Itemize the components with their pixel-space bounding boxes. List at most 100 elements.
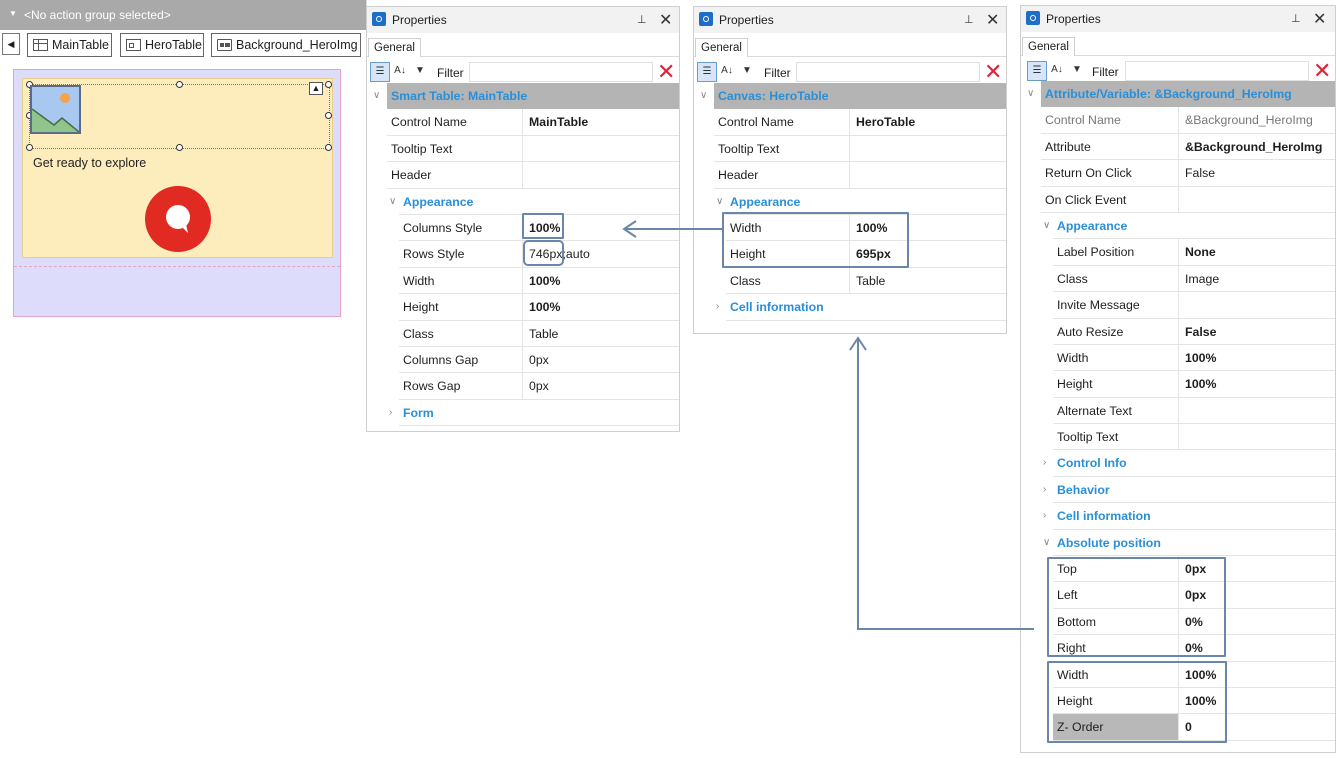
property-row[interactable]: Alternate Text (1053, 397, 1335, 425)
property-row[interactable]: Width 100% (399, 267, 679, 295)
property-row[interactable]: On Click Event (1041, 186, 1335, 213)
tab-general[interactable]: General (1022, 37, 1075, 56)
category-absolute-position[interactable]: ∨ Absolute position (1043, 530, 1335, 557)
category-cell-information[interactable]: › Cell information (716, 294, 1006, 321)
filter-input[interactable] (1125, 61, 1309, 81)
property-value[interactable]: HeroTable (856, 109, 915, 134)
chevron-right-icon[interactable]: › (1043, 477, 1046, 503)
property-row[interactable]: Control Name HeroTable (714, 109, 1006, 136)
chevron-right-icon[interactable]: › (716, 294, 719, 320)
category-appearance[interactable]: ∨ Appearance (716, 189, 1006, 215)
category-behavior[interactable]: › Behavior (1043, 477, 1335, 504)
breadcrumb-maintable[interactable]: MainTable (27, 33, 112, 57)
chevron-right-icon[interactable]: › (1043, 503, 1046, 529)
property-value[interactable]: Table (529, 321, 558, 346)
property-row[interactable]: Height 100% (399, 294, 679, 321)
property-row[interactable]: Invite Message (1053, 292, 1335, 319)
resize-handle[interactable] (26, 144, 33, 151)
breadcrumb-herotable[interactable]: HeroTable (120, 33, 204, 57)
chevron-down-icon[interactable]: ∨ (1043, 530, 1050, 556)
chevron-right-icon[interactable]: › (389, 400, 392, 426)
pin-icon[interactable]: ⊥ (637, 13, 647, 26)
filter-icon[interactable]: ▼ (1067, 61, 1087, 81)
property-value[interactable]: False (1185, 319, 1216, 344)
categorized-icon[interactable]: ☰ (370, 62, 390, 82)
property-value[interactable]: 100% (529, 268, 560, 293)
property-row[interactable]: Class Table (399, 320, 679, 347)
categorized-icon[interactable]: ☰ (1027, 61, 1047, 81)
tab-general[interactable]: General (368, 38, 421, 57)
chevron-down-icon[interactable]: ∨ (716, 189, 723, 215)
breadcrumb-background-heroimg[interactable]: Background_HeroImg (211, 33, 361, 57)
main-table-canvas[interactable]: ▲ Get ready to explore (13, 69, 341, 317)
chevron-right-icon[interactable]: › (1043, 450, 1046, 476)
chevron-down-icon[interactable]: ∨ (389, 189, 396, 215)
filter-input[interactable] (796, 62, 980, 82)
resize-handle[interactable] (325, 144, 332, 151)
property-row[interactable]: Rows Gap 0px (399, 373, 679, 400)
property-row[interactable]: Return On Click False (1041, 160, 1335, 187)
clear-filter-icon[interactable]: ✕ (984, 59, 1002, 85)
object-header[interactable]: ∨ Attribute/Variable: &Background_HeroIm… (1027, 81, 1335, 108)
close-icon[interactable]: ✕ (659, 10, 672, 30)
chat-button[interactable] (145, 186, 211, 252)
property-row[interactable]: Attribute &Background_HeroImg (1041, 133, 1335, 161)
property-row[interactable]: Header (714, 162, 1006, 189)
up-arrow-icon[interactable]: ▲ (309, 82, 323, 95)
filter-input[interactable] (469, 62, 653, 82)
category-form[interactable]: › Form (389, 400, 679, 427)
property-row[interactable]: Tooltip Text (714, 135, 1006, 163)
clear-filter-icon[interactable]: ✕ (657, 59, 675, 85)
property-row[interactable]: Auto Resize False (1053, 318, 1335, 345)
action-group-bar[interactable]: ▼ <No action group selected> (0, 0, 366, 30)
property-row[interactable]: Width 100% (1053, 344, 1335, 372)
property-value[interactable]: False (1185, 160, 1215, 185)
property-row[interactable]: Control Name &Background_HeroImg (1041, 107, 1335, 134)
close-icon[interactable]: ✕ (1313, 9, 1326, 29)
resize-handle[interactable] (325, 112, 332, 119)
resize-handle[interactable] (176, 81, 183, 88)
property-row[interactable]: Columns Gap 0px (399, 346, 679, 374)
property-row[interactable]: Label Position None (1053, 239, 1335, 266)
property-value[interactable]: Image (1185, 266, 1219, 291)
property-value[interactable]: 100% (1185, 345, 1216, 370)
property-value[interactable]: MainTable (529, 109, 588, 134)
property-row[interactable]: Control Name MainTable (387, 109, 679, 136)
category-control-info[interactable]: › Control Info (1043, 450, 1335, 477)
pin-icon[interactable]: ⊥ (1291, 12, 1301, 25)
category-appearance[interactable]: ∨ Appearance (389, 189, 679, 215)
filter-icon[interactable]: ▼ (737, 62, 757, 82)
property-value[interactable]: Table (856, 268, 885, 293)
chevron-down-icon[interactable]: ∨ (700, 83, 707, 109)
category-appearance[interactable]: ∨ Appearance (1043, 213, 1335, 240)
dropdown-caret-icon[interactable]: ▼ (9, 9, 17, 18)
resize-handle[interactable] (176, 144, 183, 151)
chevron-down-icon[interactable]: ∨ (1043, 213, 1050, 239)
chevron-down-icon[interactable]: ∨ (1027, 81, 1034, 107)
filter-icon[interactable]: ▼ (410, 62, 430, 82)
property-row[interactable]: Class Table (726, 267, 1006, 295)
sort-az-icon[interactable]: A↓ (1047, 61, 1067, 81)
property-value[interactable]: 0px (529, 373, 549, 398)
property-row[interactable]: Tooltip Text (387, 135, 679, 163)
object-header[interactable]: ∨ Smart Table: MainTable (373, 83, 679, 110)
breadcrumb-back-button[interactable]: ◀ (2, 33, 20, 55)
property-row[interactable]: Height 100% (1053, 371, 1335, 398)
property-row[interactable]: Header (387, 162, 679, 189)
property-value[interactable]: 100% (529, 294, 560, 319)
sort-az-icon[interactable]: A↓ (717, 62, 737, 82)
categorized-icon[interactable]: ☰ (697, 62, 717, 82)
close-icon[interactable]: ✕ (986, 10, 999, 30)
property-row[interactable]: Tooltip Text (1053, 424, 1335, 451)
pin-icon[interactable]: ⊥ (964, 13, 974, 26)
resize-handle[interactable] (325, 81, 332, 88)
sort-az-icon[interactable]: A↓ (390, 62, 410, 82)
image-icon[interactable] (30, 85, 81, 134)
hero-table[interactable]: ▲ Get ready to explore (22, 78, 333, 258)
category-cell-information[interactable]: › Cell information (1043, 503, 1335, 530)
property-value[interactable]: None (1185, 239, 1216, 264)
property-value[interactable]: &Background_HeroImg (1185, 134, 1322, 159)
tab-general[interactable]: General (695, 38, 748, 57)
object-header[interactable]: ∨ Canvas: HeroTable (700, 83, 1006, 110)
property-row[interactable]: Class Image (1053, 265, 1335, 293)
